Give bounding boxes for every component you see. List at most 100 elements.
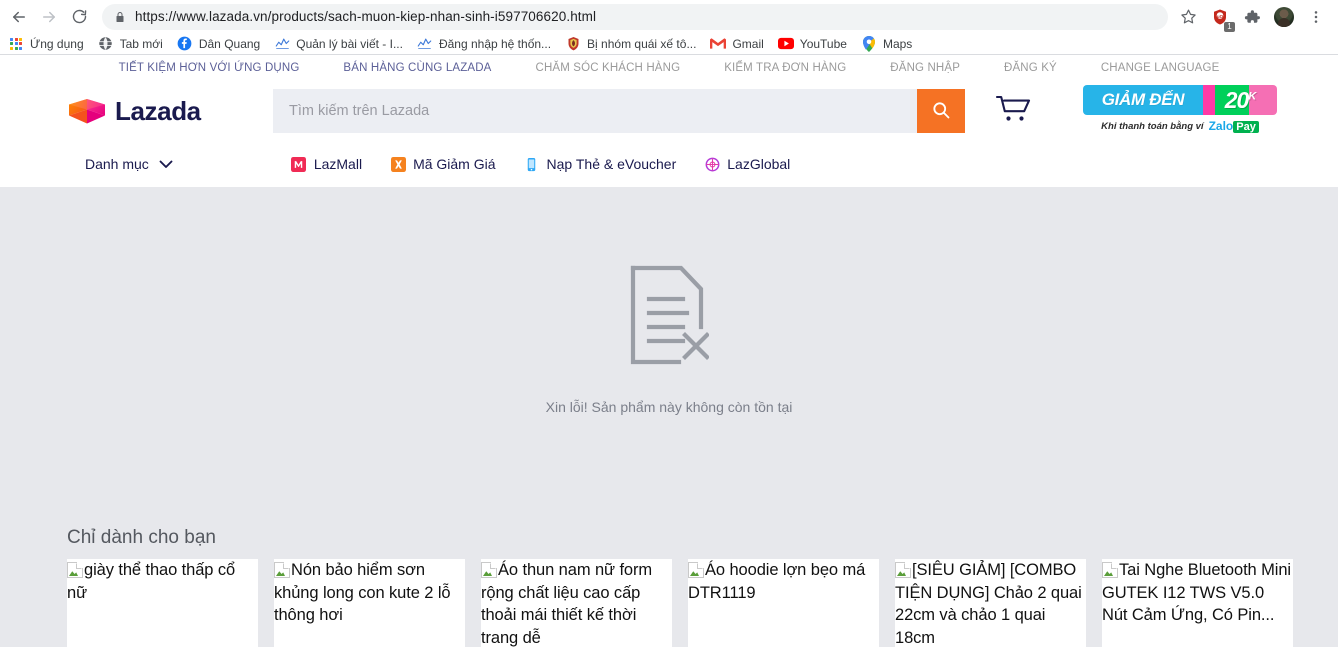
svg-text:uO: uO: [1217, 13, 1224, 18]
error-message: Xin lỗi! Sản phẩm này không còn tồn tại: [545, 399, 793, 415]
voucher-ticket-icon: [390, 156, 406, 172]
bookmark-star-icon[interactable]: [1174, 3, 1202, 31]
bookmark-tab-moi[interactable]: Tab mới: [96, 34, 171, 54]
product-alt-text: Tai Nghe Bluetooth Mini GUTEK I12 TWS V5…: [1102, 561, 1291, 624]
shield-emblem-icon: [565, 36, 581, 52]
bookmark-label: Đăng nhập hệ thốn...: [438, 36, 552, 51]
product-alt-text: Áo hoodie lợn bẹo má DTR1119: [688, 561, 866, 602]
utility-nav-item-app[interactable]: TIẾT KIỆM HƠN VỚI ỨNG DỤNG: [97, 62, 322, 74]
bookmark-youtube[interactable]: YouTube: [776, 34, 855, 54]
back-button[interactable]: [4, 2, 34, 32]
bookmark-label: Gmail: [732, 36, 764, 51]
product-card[interactable]: Nón bảo hiểm sơn khủng long con kute 2 l…: [274, 559, 465, 665]
analytics-icon: [417, 36, 433, 52]
cat-link-label: Mã Giảm Giá: [413, 156, 496, 172]
recommendations-title: Chỉ dành cho bạn: [67, 527, 216, 548]
promo-amount: 20: [1224, 86, 1250, 113]
promo-top-row: GIẢM ĐẾN 20K: [1083, 85, 1277, 115]
product-alt-text: Nón bảo hiểm sơn khủng long con kute 2 l…: [274, 561, 451, 624]
promo-tagline-row: Khi thanh toán bằng ví Zalo Pay: [1083, 115, 1277, 137]
site-header: Lazada GIẢM ĐẾN 20: [0, 81, 1338, 141]
bookmark-bi-nhom-quai-xe[interactable]: Bị nhóm quái xế tô...: [563, 34, 704, 54]
apps-grid-icon: [8, 36, 24, 52]
bookmark-label: Maps: [882, 36, 913, 51]
bookmark-gmail[interactable]: Gmail: [708, 34, 771, 54]
promo-tagline: Khi thanh toán bằng ví: [1101, 120, 1204, 132]
product-card[interactable]: Áo thun nam nữ form rộng chất liệu cao c…: [481, 559, 672, 665]
cat-link-label: LazGlobal: [727, 156, 791, 172]
promo-amount-block: 20K: [1203, 85, 1277, 115]
cat-link-lazmall[interactable]: LazMall: [291, 156, 362, 172]
broken-image-icon: [688, 562, 704, 578]
extension-badge-count: 1: [1224, 21, 1235, 32]
broken-image-icon: [274, 562, 290, 578]
bookmark-label: Tab mới: [119, 36, 163, 51]
extensions-puzzle-icon[interactable]: [1238, 3, 1266, 31]
lock-icon: [114, 11, 126, 23]
facebook-icon: [177, 36, 193, 52]
url-text: https://www.lazada.vn/products/sach-muon…: [135, 9, 597, 24]
broken-image-icon: [895, 562, 911, 578]
bookmark-label: YouTube: [799, 36, 847, 51]
browser-chrome: https://www.lazada.vn/products/sach-muon…: [0, 0, 1338, 55]
search-input[interactable]: [273, 89, 917, 133]
cat-link-label: LazMall: [313, 156, 363, 172]
broken-image-icon: [1102, 562, 1118, 578]
ublock-icon[interactable]: uO 1: [1206, 3, 1235, 32]
cat-link-voucher[interactable]: Mã Giảm Giá: [390, 156, 496, 172]
product-card[interactable]: giày thể thao thấp cổ nữ: [67, 559, 258, 665]
lazmall-icon: [291, 156, 307, 172]
utility-nav-item-track-order[interactable]: KIỂM TRA ĐƠN HÀNG: [702, 62, 868, 74]
profile-avatar[interactable]: [1270, 3, 1298, 31]
bookmark-label: Ứng dụng: [30, 36, 84, 51]
zalopay-promo-banner[interactable]: GIẢM ĐẾN 20K Khi thanh toán bằng ví Zalo…: [1083, 85, 1277, 137]
promo-discount-label: GIẢM ĐẾN: [1083, 85, 1203, 115]
utility-nav-item-signup[interactable]: ĐĂNG KÝ: [982, 62, 1079, 74]
utility-nav-item-login[interactable]: ĐĂNG NHẬP: [868, 62, 982, 74]
bookmark-label: Dân Quang: [198, 36, 261, 51]
broken-image-icon: [67, 562, 83, 578]
bookmark-dan-quang[interactable]: Dân Quang: [175, 34, 268, 54]
recommendations-grid: giày thể thao thấp cổ nữ Nón bảo hiểm sơ…: [0, 559, 1338, 665]
bookmark-dang-nhap-he-thong[interactable]: Đăng nhập hệ thốn...: [415, 34, 559, 54]
utility-nav-item-support[interactable]: CHĂM SÓC KHÁCH HÀNG: [513, 62, 702, 74]
reload-button[interactable]: [64, 2, 94, 32]
forward-button[interactable]: [34, 2, 64, 32]
bookmark-maps[interactable]: Maps: [859, 34, 920, 54]
product-alt-text: [SIÊU GIẢM] [COMBO TIỆN DỤNG] Chảo 2 qua…: [895, 561, 1082, 647]
maps-pin-icon: [861, 35, 877, 52]
product-card[interactable]: [SIÊU GIẢM] [COMBO TIỆN DỤNG] Chảo 2 qua…: [895, 559, 1086, 665]
zalopay-logo: Zalo Pay: [1209, 119, 1259, 133]
utility-nav: TIẾT KIỆM HƠN VỚI ỨNG DỤNG BÁN HÀNG CÙNG…: [0, 55, 1338, 81]
utility-nav-item-language[interactable]: CHANGE LANGUAGE: [1079, 62, 1242, 74]
chevron-down-icon: [159, 160, 173, 169]
promo-amount-suffix: K: [1248, 89, 1256, 102]
document-error-icon: [629, 265, 710, 365]
youtube-icon: [777, 36, 794, 52]
bookmark-quan-ly-bai-viet[interactable]: Quản lý bài viết - I...: [272, 34, 411, 54]
lazada-logo[interactable]: Lazada: [67, 95, 273, 127]
bookmark-apps[interactable]: Ứng dụng: [6, 34, 92, 54]
cat-link-label: Nạp Thẻ & eVoucher: [546, 156, 677, 172]
product-unavailable-block: Xin lỗi! Sản phẩm này không còn tồn tại: [0, 187, 1338, 415]
bookmark-label: Quản lý bài viết - I...: [296, 36, 403, 51]
globe-icon: [98, 36, 114, 52]
cart-button[interactable]: [995, 89, 1035, 133]
category-dropdown[interactable]: Danh mục: [85, 156, 173, 172]
page-body: Xin lỗi! Sản phẩm này không còn tồn tại …: [0, 187, 1338, 665]
product-card[interactable]: Tai Nghe Bluetooth Mini GUTEK I12 TWS V5…: [1102, 559, 1293, 665]
search-button[interactable]: [917, 89, 965, 133]
shopping-cart-icon: [995, 94, 1035, 129]
category-dropdown-label: Danh mục: [85, 156, 149, 172]
chrome-menu-icon[interactable]: [1302, 3, 1330, 31]
product-alt-text: giày thể thao thấp cổ nữ: [67, 561, 236, 602]
lazada-heart-logo: [67, 95, 107, 127]
search-icon: [931, 100, 951, 123]
category-nav: Danh mục LazMall Mã Giảm Giá Nạp Thẻ & e…: [0, 141, 1338, 187]
cat-link-topup-evoucher[interactable]: Nạp Thẻ & eVoucher: [524, 156, 677, 172]
product-card[interactable]: Áo hoodie lợn bẹo má DTR1119: [688, 559, 879, 665]
utility-nav-item-seller[interactable]: BÁN HÀNG CÙNG LAZADA: [321, 62, 513, 74]
address-bar[interactable]: https://www.lazada.vn/products/sach-muon…: [102, 3, 1168, 30]
product-alt-text: Áo thun nam nữ form rộng chất liệu cao c…: [481, 561, 653, 647]
cat-link-lazglobal[interactable]: LazGlobal: [704, 156, 790, 172]
